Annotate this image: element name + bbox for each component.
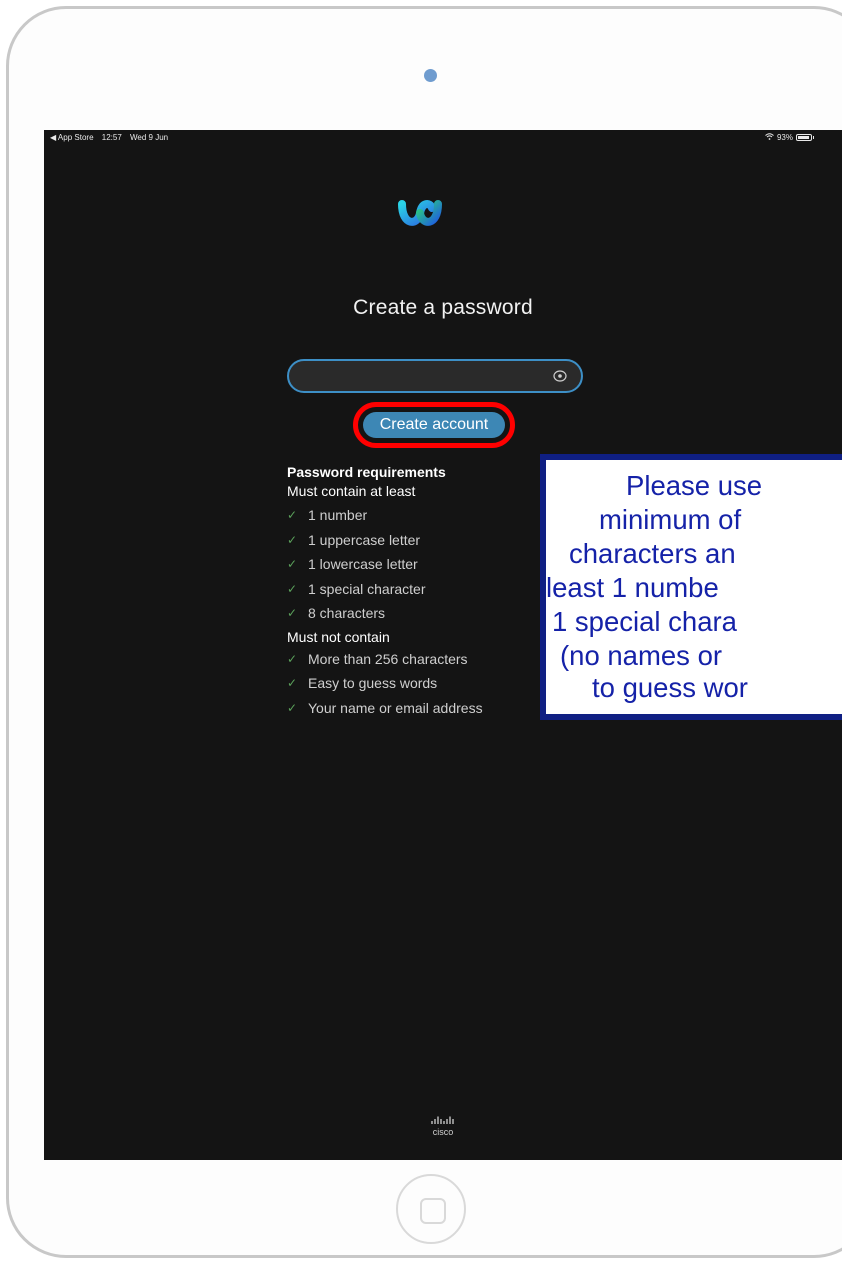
- checkmark-icon: ✓: [287, 508, 298, 522]
- password-requirements: Password requirements Must contain at le…: [287, 464, 483, 720]
- callout-line: minimum of: [599, 504, 742, 535]
- battery-percent: 93%: [776, 133, 793, 142]
- requirement-item: ✓ 1 special character: [287, 577, 483, 602]
- instruction-callout: Please use minimum of characters an leas…: [540, 454, 842, 720]
- callout-line: Please use: [626, 470, 763, 501]
- must-not-contain-label: Must not contain: [287, 628, 390, 645]
- requirement-item: ✓ 8 characters: [287, 601, 483, 626]
- requirement-item: ✓ 1 lowercase letter: [287, 552, 483, 577]
- front-camera: [424, 69, 437, 82]
- requirement-item: ✓ 1 uppercase letter: [287, 528, 483, 553]
- password-input[interactable]: [287, 359, 583, 393]
- checkmark-icon: ✓: [287, 532, 298, 547]
- must-contain-label: Must contain at least: [287, 483, 416, 499]
- status-bar: ◀ App Store 12:57 Wed 9 Jun 93%: [44, 130, 842, 148]
- highlight-ring: Create account: [353, 402, 515, 448]
- requirement-item: ✓ Your name or email address: [287, 696, 483, 721]
- requirement-item: ✓ 1 number: [287, 503, 483, 528]
- show-password-eye-icon[interactable]: [553, 370, 567, 382]
- checkmark-icon: ✓: [287, 651, 298, 666]
- checkmark-icon: ✓: [287, 581, 298, 596]
- checkmark-icon: ✓: [287, 557, 298, 571]
- requirement-item: ✓ More than 256 characters: [287, 647, 483, 672]
- checkmark-icon: ✓: [287, 606, 298, 620]
- callout-line: 1 special chara: [552, 606, 737, 637]
- cisco-wordmark: cisco: [432, 1127, 454, 1137]
- cisco-logo: cisco: [44, 1116, 842, 1137]
- requirement-item: ✓ Easy to guess words: [287, 671, 483, 696]
- callout-line: characters an: [569, 538, 736, 569]
- home-button[interactable]: [396, 1174, 466, 1244]
- create-account-button[interactable]: Create account: [363, 412, 505, 438]
- requirements-heading: Password requirements: [287, 464, 446, 480]
- callout-line: (no names or: [560, 640, 723, 671]
- battery-icon: [796, 134, 814, 141]
- checkmark-icon: ✓: [287, 676, 298, 690]
- status-time: 12:57: [101, 133, 122, 142]
- back-to-app-store[interactable]: ◀ App Store: [50, 133, 94, 142]
- checkmark-icon: ✓: [287, 700, 298, 715]
- home-button-icon: [420, 1198, 446, 1224]
- wifi-icon: [765, 133, 774, 142]
- page-title: Create a password: [353, 296, 533, 319]
- callout-line: to guess wor: [592, 672, 748, 703]
- callout-line: least 1 numbe: [546, 572, 719, 603]
- webex-logo-icon: [398, 200, 442, 226]
- cisco-bars-icon: [431, 1116, 454, 1124]
- status-date: Wed 9 Jun: [130, 133, 169, 142]
